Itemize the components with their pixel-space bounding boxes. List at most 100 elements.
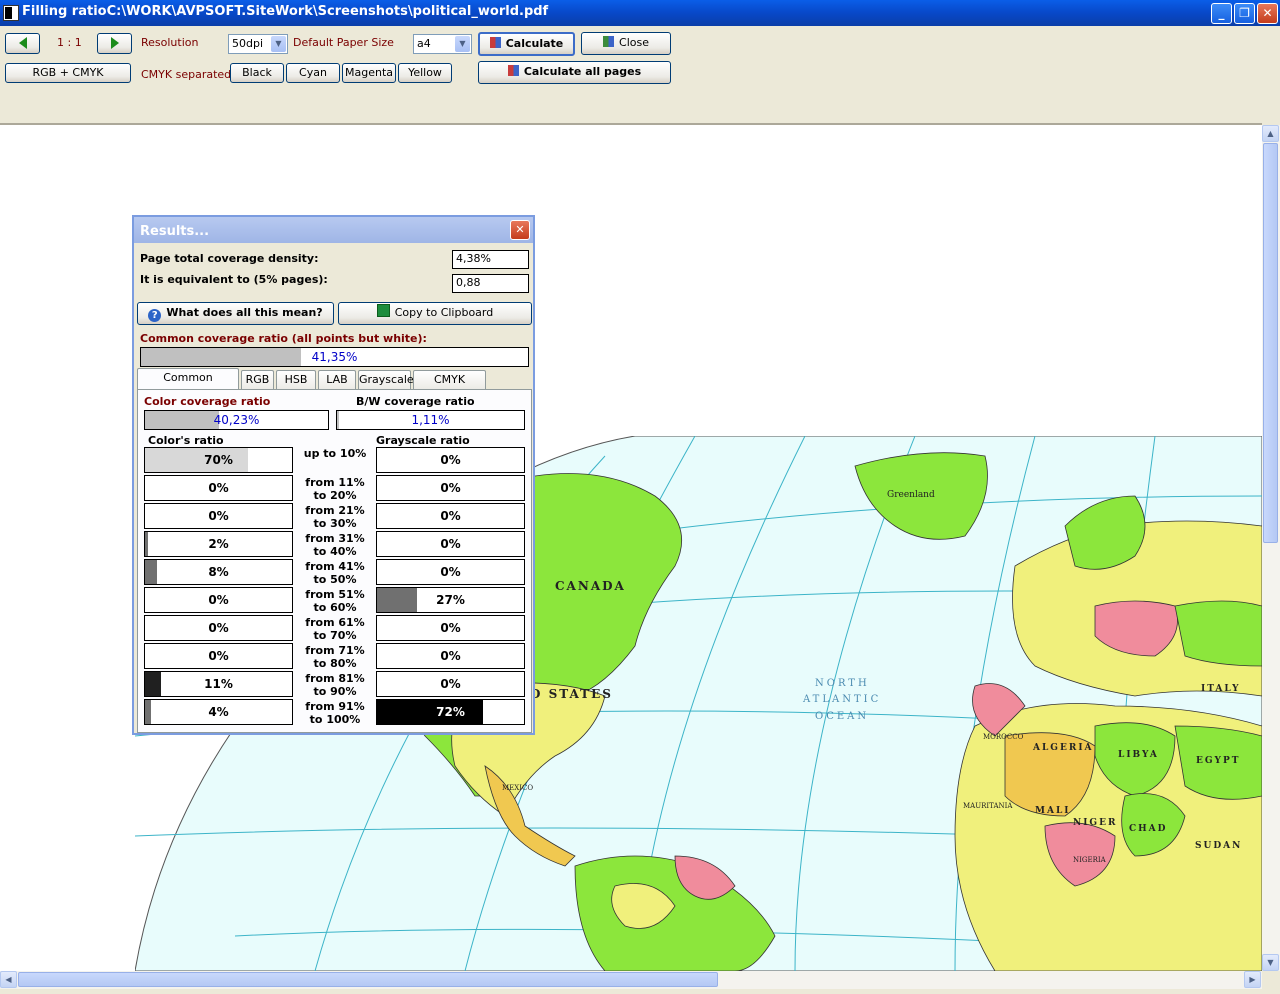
map-label-italy: ITALY xyxy=(1201,684,1241,694)
chevron-down-icon[interactable]: ▼ xyxy=(455,36,470,52)
copy-button-label: Copy to Clipboard xyxy=(394,306,494,319)
resolution-select[interactable]: 50dpi ▼ xyxy=(228,34,288,54)
map-label-nigeria: NIGERIA xyxy=(1073,856,1106,864)
results-title-bar[interactable]: Results... ✕ xyxy=(134,217,533,243)
scroll-down-icon[interactable]: ▼ xyxy=(1262,954,1279,971)
tab-cmyk-density[interactable]: CMYK density xyxy=(413,370,486,403)
yellow-button[interactable]: Yellow xyxy=(398,63,452,83)
bw-coverage-label: B/W coverage ratio xyxy=(356,395,475,408)
black-button[interactable]: Black xyxy=(230,63,284,83)
grayscale-ratio-bar: 0% xyxy=(376,503,525,529)
range-to: to 20% xyxy=(313,489,357,502)
range-to: to 30% xyxy=(313,517,357,530)
help-icon: ? xyxy=(148,309,162,322)
results-tabs: Common coverageRGBHSBLABGrayscaleCMYK de… xyxy=(137,368,532,403)
tab-rgb[interactable]: RGB xyxy=(241,370,274,389)
copy-to-clipboard-button[interactable]: Copy to Clipboard xyxy=(338,302,532,325)
map-label-united-states: D STATES xyxy=(530,687,613,701)
calculate-all-button[interactable]: Calculate all pages xyxy=(478,61,671,84)
vertical-scroll-thumb[interactable] xyxy=(1263,143,1278,543)
cmyk-separated-label: CMYK separated: xyxy=(141,68,235,81)
vertical-scrollbar[interactable]: ▲ ▼ xyxy=(1262,125,1280,971)
total-density-label: Page total coverage density: xyxy=(140,252,319,265)
grayscale-ratio-bar: 0% xyxy=(376,475,525,501)
magenta-button[interactable]: Magenta xyxy=(342,63,396,83)
map-label-morocco: MOROCCO xyxy=(983,733,1024,741)
window-close-button[interactable]: ✕ xyxy=(1257,3,1278,24)
grayscale-ratio-label: Grayscale ratio xyxy=(376,434,470,447)
range-label: from 81% to 90% xyxy=(298,672,372,698)
range-label: from 11% to 20% xyxy=(298,476,372,502)
range-label: from 41% to 50% xyxy=(298,560,372,586)
range-from: from 21% xyxy=(305,504,365,517)
range-to: to 100% xyxy=(309,713,361,726)
zoom-label: 1 : 1 xyxy=(57,36,82,49)
tab-hsb[interactable]: HSB xyxy=(276,370,316,389)
common-coverage-bar: 41,35% xyxy=(140,347,529,367)
range-from: up to 10% xyxy=(303,447,367,460)
minimize-button[interactable]: _ xyxy=(1211,3,1232,24)
app-icon[interactable] xyxy=(3,5,19,21)
paper-size-label: Default Paper Size xyxy=(293,36,394,49)
map-label-libya: LIBYA xyxy=(1118,750,1159,760)
calculate-button[interactable]: Calculate xyxy=(478,32,575,56)
map-label-atlantic: ATLANTIC xyxy=(803,694,882,705)
paper-size-value: a4 xyxy=(417,37,431,50)
grayscale-ratio-bar: 0% xyxy=(376,531,525,557)
close-label: Close xyxy=(619,36,649,49)
clipboard-icon xyxy=(376,304,390,317)
tab-grayscale[interactable]: Grayscale xyxy=(358,370,414,389)
total-density-field[interactable]: 4,38% xyxy=(452,250,529,269)
color-ratio-bar: 70% xyxy=(144,447,293,473)
next-page-button[interactable] xyxy=(97,33,132,54)
maximize-button[interactable]: ❐ xyxy=(1234,3,1255,24)
tab-lab[interactable]: LAB xyxy=(318,370,356,389)
scroll-up-icon[interactable]: ▲ xyxy=(1262,125,1279,142)
grayscale-ratio-bar: 0% xyxy=(376,559,525,585)
grayscale-ratio-bar-value: 0% xyxy=(440,453,461,467)
map-label-mexico: MEXICO xyxy=(502,784,534,792)
range-from: from 91% xyxy=(305,700,365,713)
color-ratio-bar: 0% xyxy=(144,643,293,669)
close-button[interactable]: Close xyxy=(581,32,671,55)
results-dialog: Results... ✕ Page total coverage density… xyxy=(132,215,535,735)
scroll-right-icon[interactable]: ▶ xyxy=(1244,971,1261,988)
results-close-button[interactable]: ✕ xyxy=(510,220,530,240)
equivalent-field[interactable]: 0,88 xyxy=(452,274,529,293)
calculate-label: Calculate xyxy=(505,37,564,50)
range-to: to 90% xyxy=(313,685,357,698)
calculator-icon xyxy=(507,65,519,76)
horizontal-scrollbar[interactable]: ◀ ▶ xyxy=(0,971,1262,989)
range-label: from 51% to 60% xyxy=(298,588,372,614)
grayscale-ratio-bar-value: 0% xyxy=(440,537,461,551)
tab-common-coverage[interactable]: Common coverage xyxy=(137,368,239,401)
rgb-cmyk-button[interactable]: RGB + CMYK xyxy=(5,63,131,83)
resolution-label: Resolution xyxy=(141,36,199,49)
grayscale-ratio-bar: 0% xyxy=(376,643,525,669)
cyan-button[interactable]: Cyan xyxy=(286,63,340,83)
horizontal-scroll-thumb[interactable] xyxy=(18,972,718,987)
arrow-left-icon xyxy=(18,37,27,49)
grayscale-ratio-bar: 0% xyxy=(376,671,525,697)
chevron-down-icon[interactable]: ▼ xyxy=(271,36,286,52)
color-coverage-value: 40,23% xyxy=(213,413,260,427)
color-ratio-bar-value: 11% xyxy=(204,677,233,691)
what-does-this-mean-button[interactable]: ? What does all this mean? xyxy=(137,302,334,325)
map-label-canada: CANADA xyxy=(555,579,626,593)
grayscale-ratio-bar-value: 72% xyxy=(436,705,465,719)
arrow-right-icon xyxy=(110,37,119,49)
range-label: from 91% to 100% xyxy=(298,700,372,726)
color-coverage-label: Color coverage ratio xyxy=(144,395,271,408)
scroll-corner xyxy=(1262,971,1280,989)
range-label: from 71% to 80% xyxy=(298,644,372,670)
grayscale-ratio-bar-value: 0% xyxy=(440,565,461,579)
range-from: from 41% xyxy=(305,560,365,573)
grayscale-ratio-bar-value: 0% xyxy=(440,677,461,691)
title-bar: Filling ratioC:\WORK\AVPSOFT.SiteWork\Sc… xyxy=(0,0,1280,26)
range-to: to 80% xyxy=(313,657,357,670)
calculate-all-label: Calculate all pages xyxy=(523,65,642,78)
bw-coverage-value: 1,11% xyxy=(411,413,450,427)
prev-page-button[interactable] xyxy=(5,33,40,54)
paper-size-select[interactable]: a4 ▼ xyxy=(413,34,472,54)
scroll-left-icon[interactable]: ◀ xyxy=(0,971,17,988)
